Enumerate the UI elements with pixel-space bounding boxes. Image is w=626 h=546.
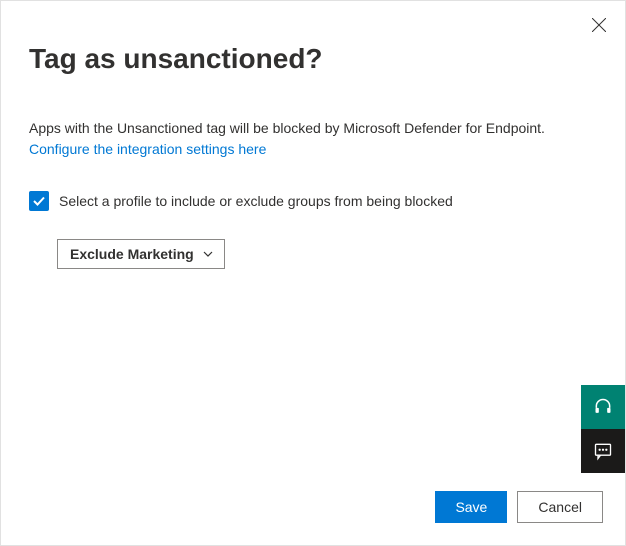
help-widget[interactable] (581, 385, 625, 429)
dialog-footer: Save Cancel (435, 491, 603, 523)
cancel-button[interactable]: Cancel (517, 491, 603, 523)
save-button[interactable]: Save (435, 491, 507, 523)
profile-dropdown[interactable]: Exclude Marketing (57, 239, 225, 269)
headset-icon (593, 397, 613, 417)
profile-checkbox[interactable] (29, 191, 49, 211)
dialog-description: Apps with the Unsanctioned tag will be b… (29, 119, 597, 139)
chevron-down-icon (202, 248, 214, 260)
side-widgets (581, 385, 625, 473)
unsanctioned-dialog: Tag as unsanctioned? Apps with the Unsan… (1, 1, 625, 545)
dialog-title: Tag as unsanctioned? (29, 43, 597, 75)
close-icon (592, 18, 606, 32)
feedback-widget[interactable] (581, 429, 625, 473)
close-button[interactable] (587, 13, 611, 37)
configure-integration-link[interactable]: Configure the integration settings here (29, 141, 266, 157)
profile-checkbox-row: Select a profile to include or exclude g… (29, 191, 597, 211)
checkmark-icon (32, 194, 46, 208)
chat-icon (593, 441, 613, 461)
profile-dropdown-value: Exclude Marketing (70, 246, 194, 262)
profile-checkbox-label: Select a profile to include or exclude g… (59, 193, 453, 209)
